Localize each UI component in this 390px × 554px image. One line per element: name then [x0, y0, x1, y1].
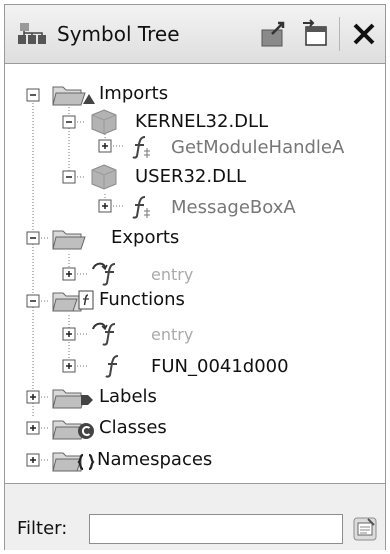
new-window-icon[interactable] — [299, 17, 333, 51]
close-icon[interactable] — [347, 17, 381, 51]
tree-node-label: Labels — [99, 386, 157, 407]
tree-node-label: KERNEL32.DLL — [135, 111, 269, 132]
toolbar-separator — [339, 17, 340, 51]
panel-title: Symbol Tree — [57, 22, 180, 46]
symbol-tree-icon — [17, 21, 47, 51]
tree-node-label: FUN_0041d000 — [151, 356, 289, 377]
tree-node-export-entry[interactable]: entry — [5, 259, 385, 289]
tree-node-label: GetModuleHandleA — [171, 137, 345, 158]
tree-node-label: entry — [151, 265, 194, 284]
tree-node-label: Functions — [99, 289, 185, 310]
tree-node-getmodulehandlea[interactable]: GetModuleHandleA — [5, 132, 385, 162]
clear-filter-icon[interactable] — [351, 515, 379, 543]
tree-node-label: Classes — [99, 417, 167, 438]
tree-node-functions[interactable]: Functions — [5, 286, 385, 316]
tree-node-user32-dll[interactable]: USER32.DLL — [5, 162, 385, 192]
tree-node-label: Imports — [99, 83, 169, 104]
navigate-icon[interactable] — [257, 17, 291, 51]
tree-node-messageboxa[interactable]: MessageBoxA — [5, 192, 385, 222]
tree-node-label: entry — [151, 325, 194, 344]
symbol-tree: Imports KERNEL32.DLL GetModuleHandleA US… — [5, 64, 385, 472]
tree-node-label: MessageBoxA — [171, 197, 296, 218]
tree-node-label: Exports — [111, 227, 180, 248]
tree-node-label: USER32.DLL — [135, 166, 247, 187]
tree-node-imports[interactable]: Imports — [5, 80, 385, 110]
tree-node-fun-0041d000[interactable]: FUN_0041d000 — [5, 351, 385, 381]
tree-node-exports[interactable]: Exports — [5, 224, 385, 254]
filter-input[interactable] — [89, 514, 343, 544]
filter-label: Filter: — [17, 518, 68, 539]
symbol-tree-panel: Symbol Tree Imports KERNEL32.DLL GetModu… — [4, 4, 386, 550]
panel-title-bar: Symbol Tree — [5, 5, 385, 64]
tree-node-labels[interactable]: Labels — [5, 383, 385, 413]
tree-node-namespaces[interactable]: Namespaces — [5, 446, 385, 476]
filter-bar: Filter: — [5, 483, 385, 550]
tree-node-label: Namespaces — [97, 449, 213, 470]
tree-node-function-entry[interactable]: entry — [5, 319, 385, 349]
tree-node-classes[interactable]: Classes — [5, 414, 385, 444]
